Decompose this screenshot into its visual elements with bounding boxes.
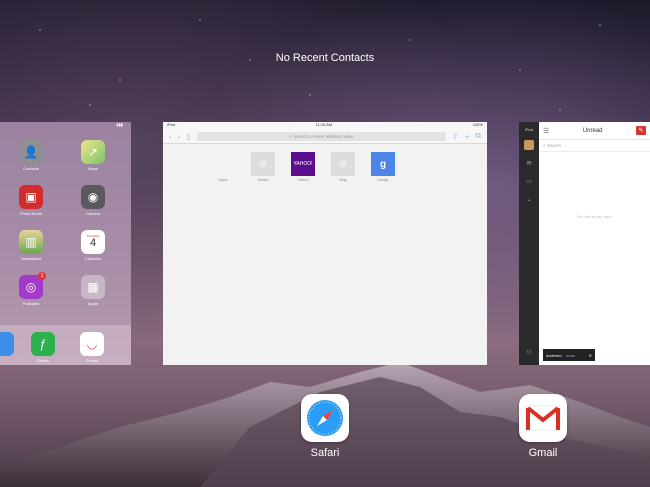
app-label: Newsstand bbox=[21, 256, 41, 261]
podcasts-badge: 1 bbox=[38, 272, 46, 280]
pocket-icon: ◡ bbox=[80, 332, 104, 356]
safari-label: Safari bbox=[310, 447, 340, 459]
favorite-label: Apple bbox=[218, 178, 228, 182]
app-newsstand[interactable]: ▥ Newsstand bbox=[11, 230, 51, 261]
address-placeholder: Search or enter website name bbox=[293, 133, 354, 139]
calendar-icon: Thursday 4 bbox=[81, 230, 105, 254]
app-label: Podcasts bbox=[22, 301, 40, 306]
close-icon[interactable]: ✕ bbox=[589, 353, 592, 358]
app-maps[interactable]: ↗ Maps bbox=[73, 140, 113, 171]
favorite-label: Yahoo! bbox=[297, 178, 309, 182]
avatar[interactable] bbox=[519, 136, 539, 154]
app-label: Photo Booth bbox=[19, 211, 43, 216]
photo-booth-icon: ▣ bbox=[19, 185, 43, 209]
favorite-bing[interactable]: ⊘ Bing bbox=[331, 152, 355, 182]
feedly-icon: ƒ bbox=[31, 332, 55, 356]
archive-icon[interactable]: ▭ bbox=[519, 172, 539, 190]
app-label: Apple bbox=[87, 301, 99, 306]
status-carrier: iPad bbox=[524, 126, 533, 132]
contacts-icon: 👤 bbox=[19, 140, 43, 164]
toast-label: Archived bbox=[546, 352, 562, 358]
dock-app-partial[interactable] bbox=[0, 332, 22, 358]
mail-search-placeholder: Search bbox=[546, 143, 562, 148]
camera-icon: ◉ bbox=[81, 185, 105, 209]
yahoo-logo-text: YAHOO! bbox=[293, 161, 313, 167]
newsstand-icon: ▥ bbox=[19, 230, 43, 254]
bookmarks-icon[interactable]: ▯ bbox=[186, 132, 190, 141]
status-carrier: iPad bbox=[167, 122, 176, 127]
calendar-day-number: 4 bbox=[89, 237, 97, 249]
archived-toast: Archived Undo ✕ bbox=[543, 349, 595, 361]
favorite-label: Disney bbox=[257, 178, 269, 182]
home-dock: ƒ Feedly ◡ Pocket bbox=[0, 325, 131, 365]
app-label: Feedly bbox=[36, 358, 49, 363]
app-photo-booth[interactable]: ▣ Photo Booth bbox=[11, 185, 51, 216]
partial-app-icon bbox=[0, 332, 14, 356]
favorite-disney[interactable]: ⊘ Disney bbox=[251, 152, 275, 182]
share-icon[interactable]: ⇧ bbox=[452, 132, 459, 141]
add-account-icon[interactable]: ⚇ bbox=[519, 343, 539, 361]
apple-icon bbox=[211, 152, 235, 176]
app-calendar[interactable]: Thursday 4 Calendar bbox=[73, 230, 113, 261]
back-icon[interactable]: ‹ bbox=[169, 132, 172, 141]
app-podcasts[interactable]: ◎ 1 Podcasts bbox=[11, 272, 51, 306]
inbox-icon[interactable]: ✉ bbox=[519, 154, 539, 172]
mail-header: ☰ Unread ✎ bbox=[539, 122, 650, 140]
compass-icon: ⊘ bbox=[251, 152, 275, 176]
app-label: Calendar bbox=[84, 256, 102, 261]
compose-icon[interactable]: ✎ bbox=[636, 126, 646, 135]
mail-empty-message: No mail to see here bbox=[577, 214, 612, 219]
favorite-yahoo[interactable]: YAHOO! Yahoo! bbox=[291, 152, 315, 182]
app-contacts[interactable]: 👤 Contacts bbox=[11, 140, 51, 171]
app-label: Contacts bbox=[23, 166, 39, 171]
gmail-card[interactable]: iPad ✉ ▭ ⌄ ⚇ ☰ Unread ✎ ⌕ Search No mail… bbox=[519, 122, 650, 365]
podcasts-icon: ◎ 1 bbox=[19, 272, 46, 299]
safari-icon bbox=[301, 394, 349, 442]
mail-title: Unread bbox=[582, 127, 603, 134]
gmail-icon bbox=[519, 394, 567, 442]
gmail-label: Gmail bbox=[528, 447, 558, 459]
forward-icon[interactable]: › bbox=[178, 132, 181, 141]
status-time: 11:16 AM bbox=[315, 122, 333, 127]
safari-toolbar: ‹ › ▯ ⌕ Search or enter website name ⇧ +… bbox=[163, 129, 487, 144]
safari-card[interactable]: iPad 11:16 AM 100% ‹ › ▯ ⌕ Search or ent… bbox=[163, 122, 487, 365]
favorite-label: Bing bbox=[339, 178, 347, 182]
search-icon: ⌕ bbox=[289, 133, 292, 139]
app-camera[interactable]: ◉ Camera bbox=[73, 185, 113, 216]
new-tab-icon[interactable]: + bbox=[465, 132, 470, 141]
compass-icon: ⊘ bbox=[331, 152, 355, 176]
google-logo-text: g bbox=[379, 158, 387, 170]
app-label: Maps bbox=[88, 166, 98, 171]
chevron-down-icon[interactable]: ⌄ bbox=[519, 190, 539, 208]
favorites-grid: Apple ⊘ Disney YAHOO! Yahoo! ⊘ Bing g Go… bbox=[211, 152, 395, 182]
favorite-google[interactable]: g Google bbox=[371, 152, 395, 182]
switcher-gmail[interactable]: Gmail bbox=[513, 394, 573, 459]
app-label: Camera bbox=[85, 211, 101, 216]
favorite-apple[interactable]: Apple bbox=[211, 152, 235, 182]
no-recent-contacts-label: No Recent Contacts bbox=[275, 52, 375, 64]
dock-app-feedly[interactable]: ƒ Feedly bbox=[23, 332, 63, 363]
status-battery: 100% bbox=[472, 122, 483, 127]
maps-icon: ↗ bbox=[81, 140, 105, 164]
menu-icon[interactable]: ☰ bbox=[543, 127, 549, 135]
folder-icon: ▦ bbox=[81, 275, 105, 299]
google-icon: g bbox=[371, 152, 395, 176]
app-label: Pocket bbox=[85, 358, 99, 363]
mail-search-input[interactable]: ⌕ Search bbox=[539, 140, 650, 152]
undo-button[interactable]: Undo bbox=[566, 353, 576, 358]
home-status-bar: ▮▮▮ bbox=[116, 122, 123, 127]
app-apple-folder[interactable]: ▦ Apple bbox=[73, 275, 113, 306]
home-screen-card[interactable]: ▮▮▮ 👤 Contacts ↗ Maps ▣ Photo Booth ◉ Ca… bbox=[0, 122, 131, 365]
dock-app-pocket[interactable]: ◡ Pocket bbox=[72, 332, 112, 363]
yahoo-icon: YAHOO! bbox=[291, 152, 315, 176]
mail-main: ☰ Unread ✎ ⌕ Search No mail to see here … bbox=[539, 122, 650, 365]
address-bar[interactable]: ⌕ Search or enter website name bbox=[196, 131, 446, 141]
switcher-safari[interactable]: Safari bbox=[295, 394, 355, 459]
safari-status-bar: iPad 11:16 AM 100% bbox=[163, 122, 487, 129]
favorite-label: Google bbox=[377, 178, 389, 182]
tabs-icon[interactable]: ⧉ bbox=[475, 131, 481, 141]
mail-sidebar: iPad ✉ ▭ ⌄ ⚇ bbox=[519, 122, 539, 365]
